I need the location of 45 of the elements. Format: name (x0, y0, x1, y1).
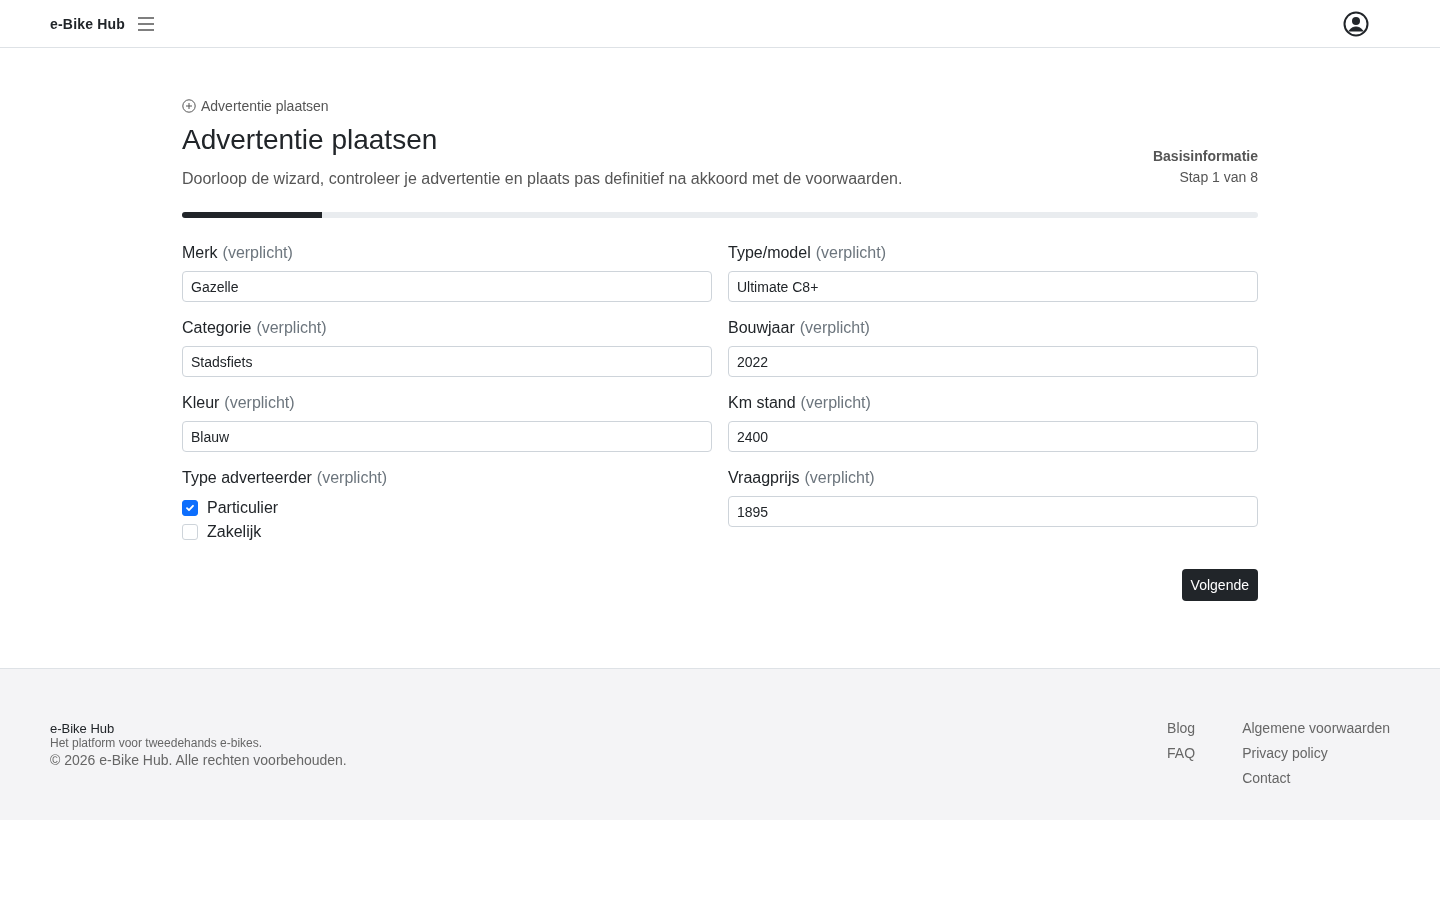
checkbox[interactable] (182, 500, 198, 516)
field-label: Bouwjaar (728, 319, 795, 337)
breadcrumb-text: Advertentie plaatsen (201, 98, 329, 114)
input-field[interactable]: Gazelle (182, 271, 712, 302)
required-note: (verplicht) (256, 319, 327, 337)
user-avatar-icon[interactable] (1343, 10, 1369, 37)
input-field[interactable]: 2022 (728, 346, 1258, 377)
field-label: Categorie (182, 319, 252, 337)
next-button[interactable]: Volgende (1181, 569, 1258, 601)
footer-link[interactable]: Algemene voorwaarden (1242, 719, 1390, 738)
input-field[interactable]: Stadsfiets (182, 346, 712, 377)
required-note: (verplicht) (224, 394, 295, 412)
input-field[interactable]: Blauw (182, 421, 712, 452)
required-note: (verplicht) (800, 394, 871, 412)
footer-brand: e-Bike Hub (50, 721, 116, 736)
input-field[interactable]: 1895 (728, 496, 1258, 527)
required-note: (verplicht) (804, 469, 875, 487)
required-note: (verplicht) (799, 319, 870, 337)
required-note: (verplicht) (222, 244, 293, 262)
required-note: (verplicht) (815, 244, 886, 262)
footer-tagline: Het platform voor tweedehands e-bikes. (50, 736, 264, 750)
input-field[interactable]: 2400 (728, 421, 1258, 452)
menu-icon[interactable] (137, 15, 156, 32)
field-label: Vraagprijs (728, 469, 800, 487)
input-field[interactable]: Ultimate C8+ (728, 271, 1258, 302)
plus-circle-icon (182, 99, 196, 113)
step-name: Basisinformatie (1152, 147, 1258, 166)
field-label: Kleur (182, 394, 220, 412)
intro-text: Doorloop de wizard, controleer je advertentie en plaats pas definitief na akkoord met de voorwaarden. (182, 170, 903, 188)
footer-link[interactable]: FAQ (1167, 744, 1196, 763)
logo[interactable]: e-Bike Hub (50, 15, 126, 32)
page-title: Advertentie plaatsen (182, 124, 439, 156)
field-label: Type/model (728, 244, 811, 262)
footer-link[interactable]: Blog (1167, 719, 1196, 738)
required-note: (verplicht) (316, 469, 388, 487)
checkbox-label[interactable]: Zakelijk (207, 523, 262, 541)
field-label: Merk (182, 244, 218, 262)
checkmark-icon (185, 503, 195, 513)
field-label: Km stand (728, 394, 796, 412)
footer-link[interactable]: Privacy policy (1242, 744, 1390, 763)
checkbox-label[interactable]: Particulier (207, 499, 279, 517)
step-counter: Stap 1 van 8 (1178, 168, 1258, 187)
footer-link[interactable]: Contact (1242, 769, 1390, 788)
field-label: Type adverteerder (182, 469, 312, 487)
copyright-text: © 2026 e-Bike Hub. Alle rechten voorbehouden. (50, 752, 347, 768)
